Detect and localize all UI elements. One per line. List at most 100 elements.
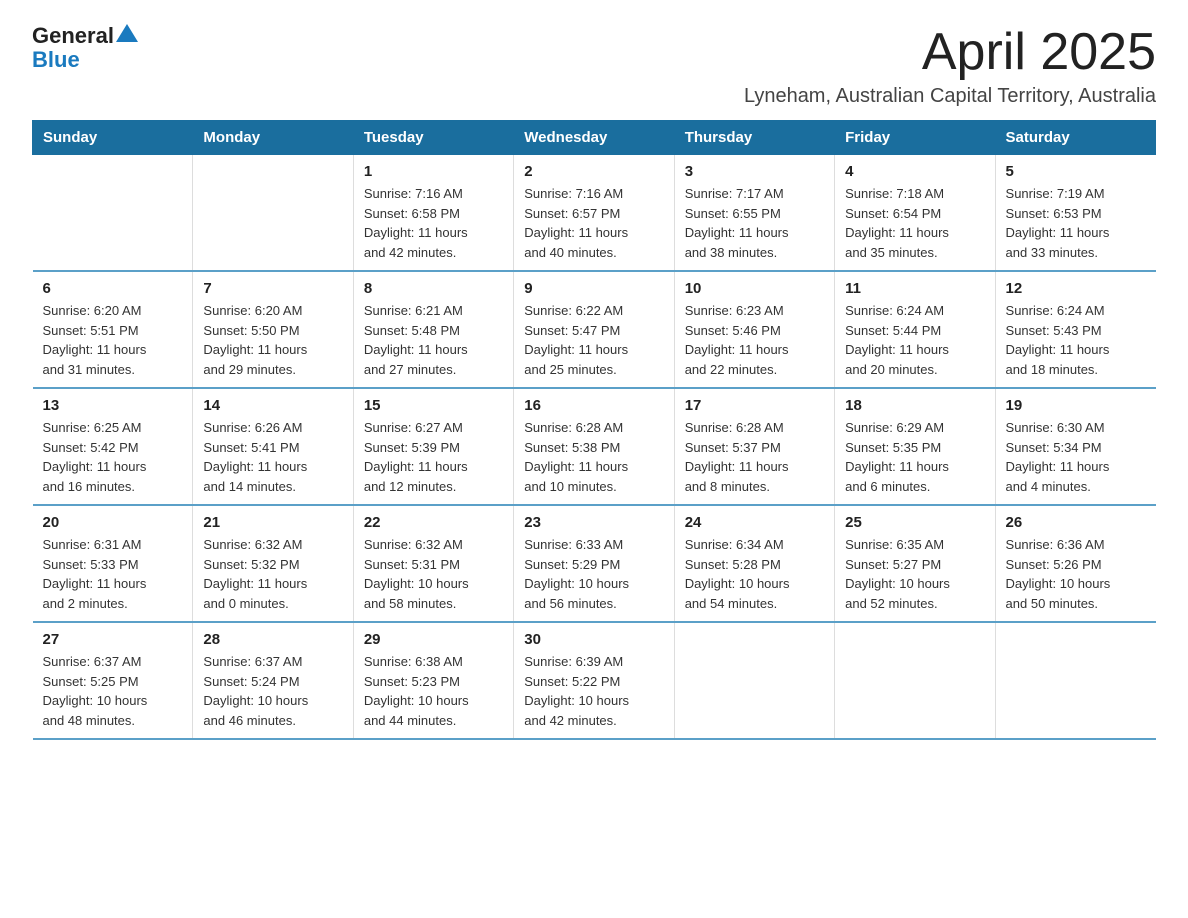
- main-title: April 2025: [744, 24, 1156, 81]
- day-cell-20: 20Sunrise: 6:31 AM Sunset: 5:33 PM Dayli…: [33, 505, 193, 622]
- day-info: Sunrise: 6:37 AM Sunset: 5:24 PM Dayligh…: [203, 654, 308, 728]
- day-number: 20: [43, 514, 183, 531]
- day-cell-24: 24Sunrise: 6:34 AM Sunset: 5:28 PM Dayli…: [674, 505, 834, 622]
- day-cell-17: 17 Sunrise: 6:28 AM Sunset: 5:37 PM Dayli…: [674, 388, 834, 505]
- day-cell-10: 10 Sunrise: 6:23 AM Sunset: 5:46 PM Dayli…: [674, 271, 834, 388]
- day-number: 22: [364, 514, 503, 531]
- day-cell-empty: [674, 622, 834, 739]
- day-cell-2: 2 Sunrise: 7:16 AM Sunset: 6:57 PM Daylig…: [514, 155, 674, 272]
- day-info: Sunrise: 6:29 AM Sunset: 5:35 PM Dayligh…: [845, 420, 949, 494]
- day-info: Sunrise: 6:26 AM Sunset: 5:41 PM Dayligh…: [203, 420, 307, 494]
- logo-blue-text: Blue: [32, 47, 80, 72]
- week-row-3: 20Sunrise: 6:31 AM Sunset: 5:33 PM Dayli…: [33, 505, 1156, 622]
- day-number: 26: [1006, 514, 1146, 531]
- day-cell-15: 15 Sunrise: 6:27 AM Sunset: 5:39 PM Dayli…: [353, 388, 513, 505]
- day-number: 3: [685, 163, 824, 180]
- day-cell-11: 11 Sunrise: 6:24 AM Sunset: 5:44 PM Dayli…: [835, 271, 995, 388]
- day-number: 15: [364, 397, 503, 414]
- day-info: Sunrise: 7:16 AM Sunset: 6:58 PM Dayligh…: [364, 186, 468, 260]
- day-number: 25: [845, 514, 984, 531]
- day-info: Sunrise: 6:22 AM Sunset: 5:47 PM Dayligh…: [524, 303, 628, 377]
- day-info: Sunrise: 7:18 AM Sunset: 6:54 PM Dayligh…: [845, 186, 949, 260]
- header-row: SundayMondayTuesdayWednesdayThursdayFrid…: [33, 121, 1156, 155]
- day-cell-14: 14 Sunrise: 6:26 AM Sunset: 5:41 PM Dayli…: [193, 388, 353, 505]
- logo-triangle-icon: [116, 24, 138, 42]
- day-info: Sunrise: 6:33 AM Sunset: 5:29 PM Dayligh…: [524, 537, 629, 611]
- day-info: Sunrise: 6:21 AM Sunset: 5:48 PM Dayligh…: [364, 303, 468, 377]
- day-number: 11: [845, 280, 984, 297]
- day-info: Sunrise: 6:39 AM Sunset: 5:22 PM Dayligh…: [524, 654, 629, 728]
- header-cell-monday: Monday: [193, 121, 353, 155]
- day-info: Sunrise: 7:19 AM Sunset: 6:53 PM Dayligh…: [1006, 186, 1110, 260]
- day-number: 12: [1006, 280, 1146, 297]
- day-cell-12: 12 Sunrise: 6:24 AM Sunset: 5:43 PM Dayli…: [995, 271, 1155, 388]
- calendar-table: SundayMondayTuesdayWednesdayThursdayFrid…: [32, 120, 1156, 740]
- day-number: 18: [845, 397, 984, 414]
- header-cell-friday: Friday: [835, 121, 995, 155]
- logo: General Blue: [32, 24, 138, 73]
- day-number: 2: [524, 163, 663, 180]
- day-info: Sunrise: 6:38 AM Sunset: 5:23 PM Dayligh…: [364, 654, 469, 728]
- day-info: Sunrise: 6:28 AM Sunset: 5:37 PM Dayligh…: [685, 420, 789, 494]
- day-cell-5: 5 Sunrise: 7:19 AM Sunset: 6:53 PM Daylig…: [995, 155, 1155, 272]
- logo-general-text: General: [32, 25, 114, 47]
- page-header: General Blue April 2025 Lyneham, Austral…: [32, 24, 1156, 108]
- header-cell-thursday: Thursday: [674, 121, 834, 155]
- day-number: 19: [1006, 397, 1146, 414]
- day-info: Sunrise: 6:37 AM Sunset: 5:25 PM Dayligh…: [43, 654, 148, 728]
- header-cell-tuesday: Tuesday: [353, 121, 513, 155]
- day-info: Sunrise: 6:25 AM Sunset: 5:42 PM Dayligh…: [43, 420, 147, 494]
- day-cell-empty: [33, 155, 193, 272]
- day-info: Sunrise: 6:20 AM Sunset: 5:50 PM Dayligh…: [203, 303, 307, 377]
- day-number: 29: [364, 631, 503, 648]
- week-row-4: 27 Sunrise: 6:37 AM Sunset: 5:25 PM Dayli…: [33, 622, 1156, 739]
- day-cell-9: 9 Sunrise: 6:22 AM Sunset: 5:47 PM Daylig…: [514, 271, 674, 388]
- day-info: Sunrise: 6:24 AM Sunset: 5:44 PM Dayligh…: [845, 303, 949, 377]
- day-info: Sunrise: 6:32 AM Sunset: 5:31 PM Dayligh…: [364, 537, 469, 611]
- day-info: Sunrise: 7:16 AM Sunset: 6:57 PM Dayligh…: [524, 186, 628, 260]
- day-info: Sunrise: 6:28 AM Sunset: 5:38 PM Dayligh…: [524, 420, 628, 494]
- week-row-2: 13 Sunrise: 6:25 AM Sunset: 5:42 PM Dayli…: [33, 388, 1156, 505]
- day-number: 13: [43, 397, 183, 414]
- day-info: Sunrise: 6:30 AM Sunset: 5:34 PM Dayligh…: [1006, 420, 1110, 494]
- calendar-body: 1Sunrise: 7:16 AM Sunset: 6:58 PM Daylig…: [33, 155, 1156, 740]
- day-number: 6: [43, 280, 183, 297]
- day-cell-18: 18 Sunrise: 6:29 AM Sunset: 5:35 PM Dayli…: [835, 388, 995, 505]
- day-cell-28: 28 Sunrise: 6:37 AM Sunset: 5:24 PM Dayli…: [193, 622, 353, 739]
- day-number: 5: [1006, 163, 1146, 180]
- day-cell-30: 30Sunrise: 6:39 AM Sunset: 5:22 PM Dayli…: [514, 622, 674, 739]
- day-cell-4: 4Sunrise: 7:18 AM Sunset: 6:54 PM Daylig…: [835, 155, 995, 272]
- day-cell-21: 21Sunrise: 6:32 AM Sunset: 5:32 PM Dayli…: [193, 505, 353, 622]
- day-cell-19: 19 Sunrise: 6:30 AM Sunset: 5:34 PM Dayli…: [995, 388, 1155, 505]
- day-number: 14: [203, 397, 342, 414]
- header-cell-saturday: Saturday: [995, 121, 1155, 155]
- day-cell-6: 6 Sunrise: 6:20 AM Sunset: 5:51 PM Daylig…: [33, 271, 193, 388]
- day-cell-22: 22 Sunrise: 6:32 AM Sunset: 5:31 PM Dayli…: [353, 505, 513, 622]
- day-cell-7: 7Sunrise: 6:20 AM Sunset: 5:50 PM Daylig…: [193, 271, 353, 388]
- day-info: Sunrise: 6:23 AM Sunset: 5:46 PM Dayligh…: [685, 303, 789, 377]
- day-number: 27: [43, 631, 183, 648]
- day-number: 8: [364, 280, 503, 297]
- day-info: Sunrise: 6:24 AM Sunset: 5:43 PM Dayligh…: [1006, 303, 1110, 377]
- day-cell-13: 13 Sunrise: 6:25 AM Sunset: 5:42 PM Dayli…: [33, 388, 193, 505]
- day-info: Sunrise: 6:27 AM Sunset: 5:39 PM Dayligh…: [364, 420, 468, 494]
- day-cell-1: 1Sunrise: 7:16 AM Sunset: 6:58 PM Daylig…: [353, 155, 513, 272]
- day-info: Sunrise: 6:36 AM Sunset: 5:26 PM Dayligh…: [1006, 537, 1111, 611]
- day-number: 23: [524, 514, 663, 531]
- day-number: 17: [685, 397, 824, 414]
- day-cell-29: 29 Sunrise: 6:38 AM Sunset: 5:23 PM Dayli…: [353, 622, 513, 739]
- day-number: 28: [203, 631, 342, 648]
- day-cell-26: 26 Sunrise: 6:36 AM Sunset: 5:26 PM Dayli…: [995, 505, 1155, 622]
- day-number: 9: [524, 280, 663, 297]
- day-cell-empty: [193, 155, 353, 272]
- header-cell-wednesday: Wednesday: [514, 121, 674, 155]
- day-info: Sunrise: 6:34 AM Sunset: 5:28 PM Dayligh…: [685, 537, 790, 611]
- day-info: Sunrise: 6:35 AM Sunset: 5:27 PM Dayligh…: [845, 537, 950, 611]
- day-number: 10: [685, 280, 824, 297]
- day-number: 21: [203, 514, 342, 531]
- subtitle: Lyneham, Australian Capital Territory, A…: [744, 85, 1156, 108]
- day-cell-empty: [995, 622, 1155, 739]
- day-info: Sunrise: 6:20 AM Sunset: 5:51 PM Dayligh…: [43, 303, 147, 377]
- day-cell-8: 8 Sunrise: 6:21 AM Sunset: 5:48 PM Daylig…: [353, 271, 513, 388]
- day-cell-27: 27 Sunrise: 6:37 AM Sunset: 5:25 PM Dayli…: [33, 622, 193, 739]
